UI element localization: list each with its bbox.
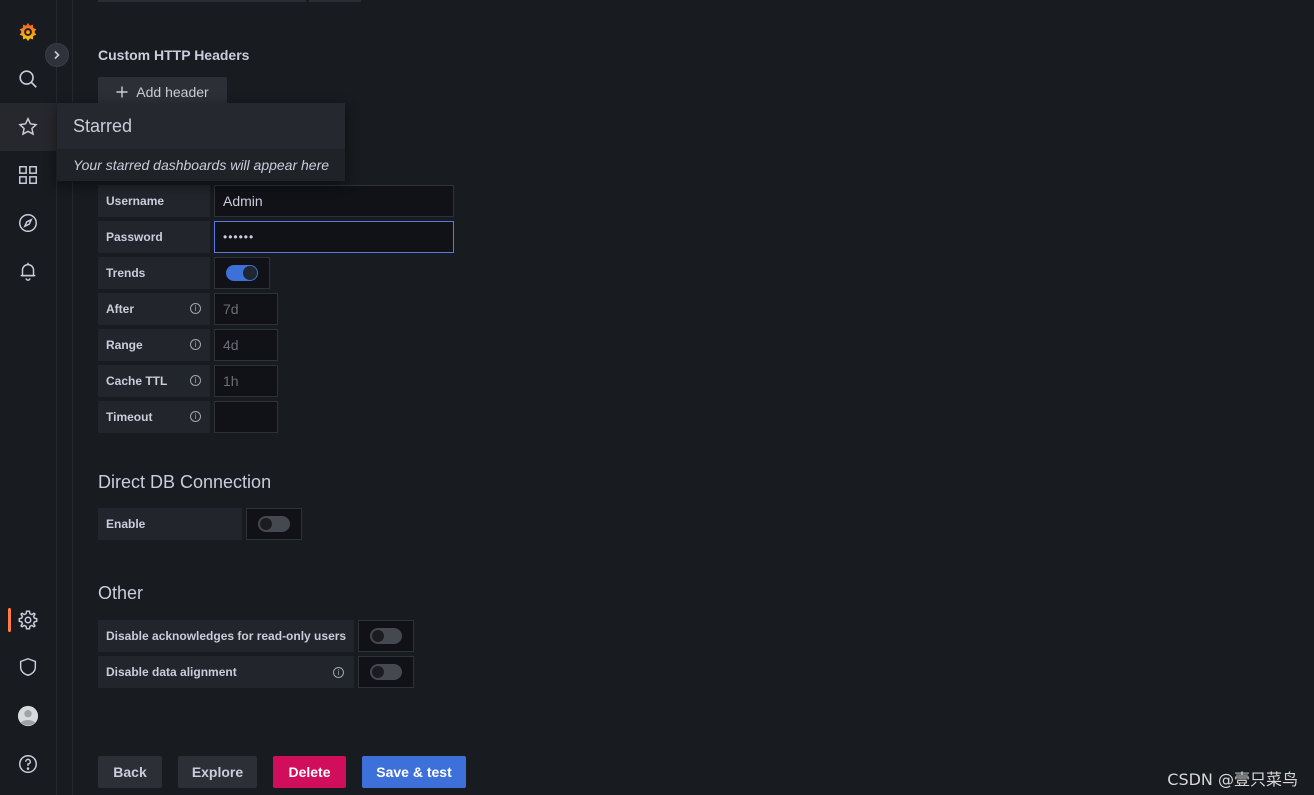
watermark: CSDN @壹只菜鸟 [1167,770,1298,789]
disable-alignment-switch-box [358,656,414,688]
after-info-icon[interactable]: i [190,303,201,314]
after-placeholder: 7d [223,301,239,317]
back-button[interactable]: Back [98,756,162,788]
explore-button[interactable]: Explore [178,756,257,788]
trends-label: Trends [98,257,210,289]
timeout-input[interactable] [214,401,278,433]
cache-ttl-placeholder: 1h [223,373,239,389]
previous-field-edge-2 [309,0,361,2]
user-avatar-icon[interactable] [0,692,56,740]
username-label-text: Username [106,194,165,208]
other-title: Other [98,583,144,603]
delete-button[interactable]: Delete [273,756,346,788]
direct-db-title: Direct DB Connection [98,472,272,492]
enable-switch-box [246,508,302,540]
password-label-text: Password [106,230,163,244]
disable-ack-toggle[interactable] [370,628,402,644]
toggle-knob [372,666,384,678]
range-info-icon[interactable]: i [190,339,201,350]
username-value: Admin [223,193,263,209]
starred-popover: Starred Your starred dashboards will app… [57,103,345,181]
explore-compass-icon[interactable] [0,199,56,247]
plus-icon [116,86,128,98]
range-placeholder: 4d [223,337,239,353]
trends-label-text: Trends [106,266,146,280]
enable-toggle[interactable] [258,516,290,532]
chevron-right-icon [54,50,60,60]
disable-ack-label: Disable acknowledges for read-only users [98,620,354,652]
timeout-info-icon[interactable]: i [190,411,201,422]
side-menu [0,0,57,795]
after-label-text: After [106,302,135,316]
disable-ack-switch-box [358,620,414,652]
enable-label: Enable [98,508,242,540]
password-input[interactable]: •••••• [214,221,454,253]
enable-label-text: Enable [106,517,146,531]
cache-ttl-input[interactable]: 1h [214,365,278,397]
configuration-gear-icon[interactable] [0,596,56,644]
range-input[interactable]: 4d [214,329,278,361]
password-label: Password [98,221,210,253]
password-value: •••••• [223,230,255,244]
save-test-button[interactable]: Save & test [362,756,466,788]
starred-icon[interactable] [0,103,56,151]
after-input[interactable]: 7d [214,293,278,325]
username-input[interactable]: Admin [214,185,454,217]
expand-menu-button[interactable] [45,43,69,67]
trends-toggle[interactable] [226,265,258,281]
popover-message: Your starred dashboards will appear here [57,149,345,181]
disable-alignment-label: Disable data alignment [98,656,354,688]
toggle-knob [260,518,272,530]
cache-ttl-info-icon[interactable]: i [190,375,201,386]
grafana-logo-svg [19,22,37,42]
trends-switch-box [214,257,270,289]
dashboards-icon[interactable] [0,151,56,199]
toggle-knob [372,630,384,642]
username-label: Username [98,185,210,217]
toggle-knob [244,267,256,279]
add-header-label: Add header [136,84,209,100]
previous-field-edge [98,0,306,2]
disable-alignment-info-icon[interactable]: i [333,667,344,678]
help-icon[interactable] [0,740,56,788]
cache-ttl-label-text: Cache TTL [106,374,168,388]
timeout-label-text: Timeout [106,410,153,424]
custom-headers-title: Custom HTTP Headers [98,47,250,63]
disable-alignment-toggle[interactable] [370,664,402,680]
popover-title[interactable]: Starred [57,103,345,149]
server-admin-shield-icon[interactable] [0,643,56,691]
disable-alignment-label-text: Disable data alignment [106,665,237,679]
range-label-text: Range [106,338,143,352]
alerting-bell-icon[interactable] [0,247,56,295]
disable-ack-label-text: Disable acknowledges for read-only users [106,629,347,643]
